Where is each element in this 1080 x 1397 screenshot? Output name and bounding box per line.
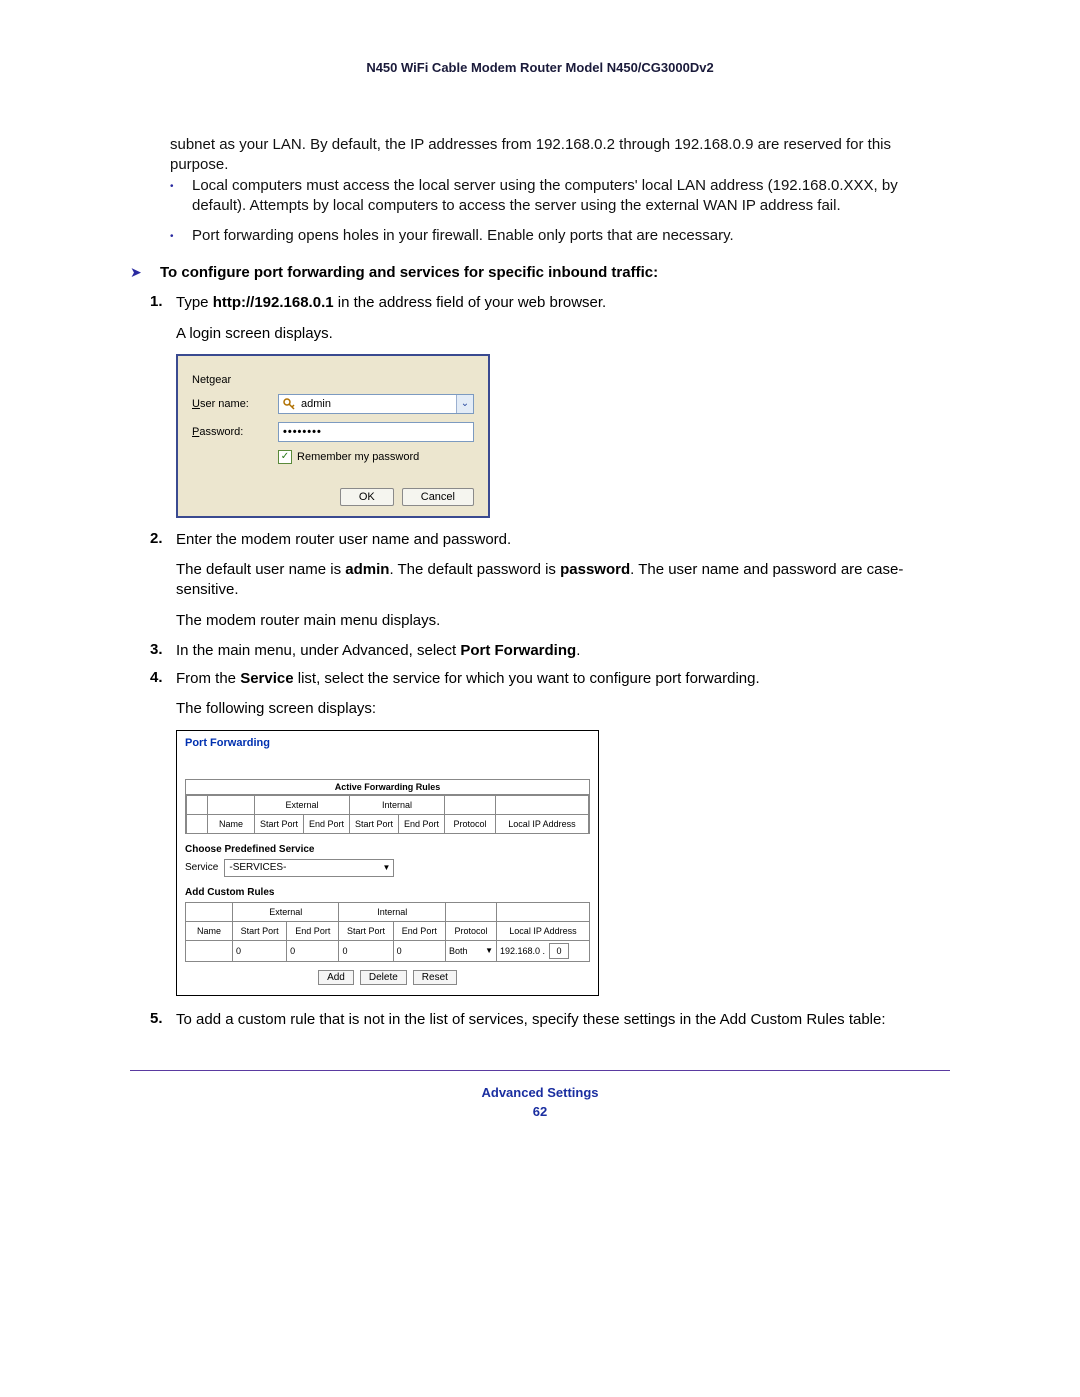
step-text: To add a custom rule that is not in the … [176,1010,950,1030]
bullet-icon: • [170,176,192,217]
bullet-item: • Local computers must access the local … [170,176,950,217]
sub-paragraph: A login screen displays. [176,324,950,344]
table-row: Both▼ 192.168.0 . [186,940,590,961]
document-title: N450 WiFi Cable Modem Router Model N450/… [130,60,950,75]
intro-paragraph: subnet as your LAN. By default, the IP a… [170,135,950,176]
ip-octet-input[interactable] [549,943,569,959]
step-row: 1. Type http://192.168.0.1 in the addres… [150,293,950,313]
active-rules-heading: Active Forwarding Rules [186,780,589,795]
step-number: 2. [150,530,176,550]
procedure-heading: To configure port forwarding and service… [160,264,658,281]
dropdown-arrow-icon: ▼ [485,946,493,955]
choose-service-label: Choose Predefined Service [185,844,590,855]
sub-paragraph: The modem router main menu displays. [176,611,950,631]
name-input[interactable] [189,945,229,957]
service-label: Service [185,862,218,873]
step-number: 1. [150,293,176,313]
delete-button[interactable]: Delete [360,970,407,985]
cancel-button[interactable]: Cancel [402,488,474,506]
username-field[interactable]: admin ⌄ [278,394,474,414]
checkbox-icon[interactable]: ✓ [278,450,292,464]
int-start-port-input[interactable] [342,945,389,957]
dropdown-arrow-icon: ▼ [382,863,390,872]
login-title: Netgear [192,374,231,386]
username-label: User name: [192,398,278,410]
password-value: •••••••• [283,426,322,438]
footer-section: Advanced Settings [130,1085,950,1100]
bullet-icon: • [170,226,192,246]
protocol-select[interactable]: Both▼ [449,946,493,956]
step-number: 3. [150,641,176,661]
ext-end-port-input[interactable] [290,945,335,957]
arrow-icon: ➤ [130,264,160,281]
page-number: 62 [130,1104,950,1119]
add-custom-label: Add Custom Rules [185,887,590,898]
procedure-heading-row: ➤ To configure port forwarding and servi… [130,264,950,281]
ext-start-port-input[interactable] [236,945,283,957]
step-row: 2. Enter the modem router user name and … [150,530,950,550]
bullet-text: Local computers must access the local se… [192,176,950,217]
password-label: Password: [192,426,278,438]
local-ip-cell: 192.168.0 . [500,943,586,959]
step-text: From the Service list, select the servic… [176,669,950,689]
key-icon [283,398,295,410]
port-forwarding-panel: Port Forwarding Active Forwarding Rules … [176,730,599,996]
step-row: 5. To add a custom rule that is not in t… [150,1010,950,1030]
step-number: 5. [150,1010,176,1030]
step-row: 4. From the Service list, select the ser… [150,669,950,689]
sub-paragraph: The following screen displays: [176,699,950,719]
dropdown-arrow-icon[interactable]: ⌄ [456,395,473,413]
step-text: Type http://192.168.0.1 in the address f… [176,293,950,313]
reset-button[interactable]: Reset [413,970,457,985]
login-dialog: Netgear User name: admin ⌄ Password: •••… [176,354,490,518]
remember-row[interactable]: ✓ Remember my password [278,450,474,464]
active-rules-table: External Internal Name Start Port End Po… [186,795,589,834]
sub-paragraph: The default user name is admin. The defa… [176,560,950,601]
step-text: In the main menu, under Advanced, select… [176,641,950,661]
ok-button[interactable]: OK [340,488,394,506]
service-select[interactable]: -SERVICES- ▼ [224,859,394,877]
bullet-item: • Port forwarding opens holes in your fi… [170,226,950,246]
step-number: 4. [150,669,176,689]
step-text: Enter the modem router user name and pas… [176,530,950,550]
footer-divider [130,1070,950,1071]
pf-title: Port Forwarding [185,737,590,749]
bullet-text: Port forwarding opens holes in your fire… [192,226,950,246]
custom-rules-table: External Internal Name Start Port End Po… [185,902,590,962]
int-end-port-input[interactable] [397,945,442,957]
add-button[interactable]: Add [318,970,354,985]
username-value: admin [301,398,331,410]
password-field[interactable]: •••••••• [278,422,474,442]
step-row: 3. In the main menu, under Advanced, sel… [150,641,950,661]
